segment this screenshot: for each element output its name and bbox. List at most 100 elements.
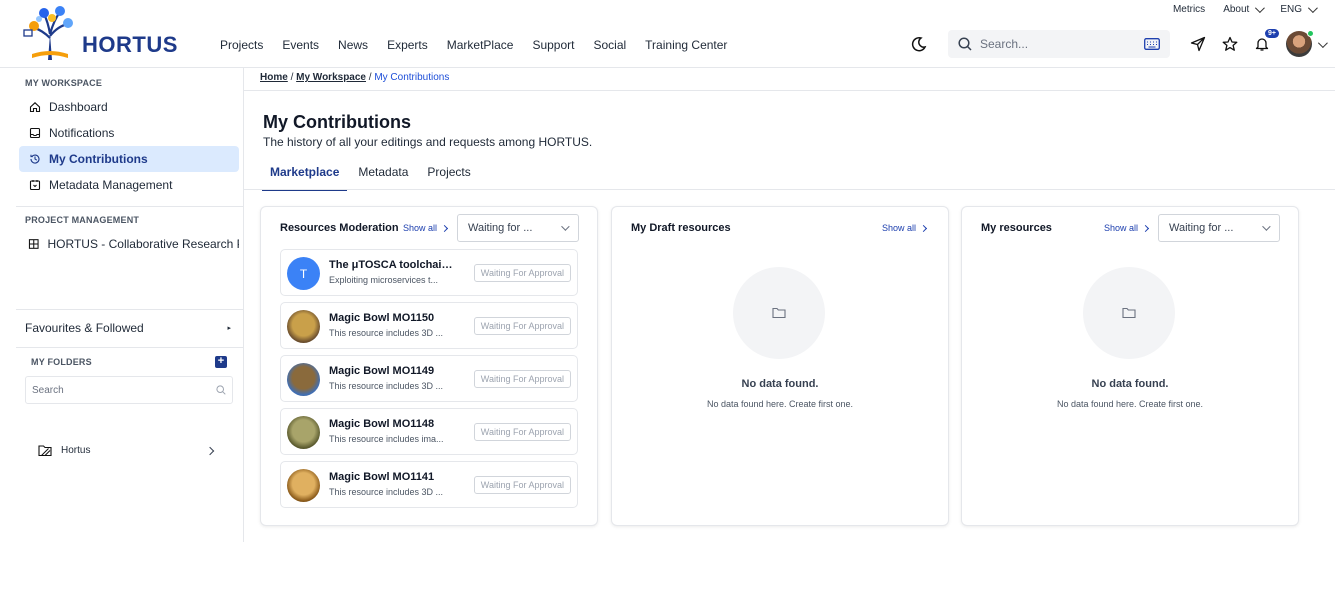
resource-title: Magic Bowl MO1148 bbox=[329, 418, 435, 430]
breadcrumb-home[interactable]: Home bbox=[260, 72, 288, 83]
history-icon bbox=[30, 154, 40, 164]
empty-state-illustration bbox=[733, 267, 825, 359]
keyboard-icon[interactable] bbox=[1144, 38, 1160, 50]
tab-metadata[interactable]: Metadata bbox=[350, 160, 416, 191]
about-label: About bbox=[1223, 4, 1250, 15]
sidebar-item-my-contributions[interactable]: My Contributions bbox=[19, 146, 239, 172]
show-all-link[interactable]: Show all bbox=[403, 223, 449, 233]
nav-marketplace[interactable]: MarketPlace bbox=[447, 38, 514, 52]
breadcrumb-separator: / bbox=[368, 72, 372, 83]
sidebar-divider bbox=[16, 347, 243, 348]
metadata-icon bbox=[29, 180, 41, 191]
hortus-logo[interactable]: HORTUS bbox=[22, 4, 178, 62]
sidebar-item-hortus-project[interactable]: HORTUS - Collaborative Research Pl bbox=[19, 231, 239, 257]
status-badge: Waiting For Approval bbox=[473, 370, 571, 388]
list-item[interactable]: T The μTOSCA toolchain... Exploiting mic… bbox=[280, 249, 578, 296]
metrics-label: Metrics bbox=[1172, 4, 1206, 15]
sidebar-item-label: Metadata Management bbox=[49, 178, 173, 192]
favourites-toggle[interactable]: Favourites & Followed ▸ bbox=[16, 321, 243, 335]
nav-social[interactable]: Social bbox=[593, 38, 626, 52]
empty-state-message: No data found here. Create first one. bbox=[706, 399, 854, 409]
inbox-icon bbox=[29, 127, 41, 139]
sidebar-item-label: HORTUS - Collaborative Research Pl bbox=[47, 237, 240, 251]
status-filter-value: Waiting for ... bbox=[468, 222, 533, 234]
header-actions: 9+ bbox=[908, 29, 1328, 58]
show-all-link[interactable]: Show all bbox=[881, 223, 928, 233]
favourites-label: Favourites & Followed bbox=[25, 321, 144, 335]
divider bbox=[244, 189, 1335, 190]
folder-icon bbox=[1122, 307, 1136, 319]
global-search[interactable] bbox=[948, 30, 1170, 58]
tab-bar: Marketplace Metadata Projects bbox=[262, 160, 482, 191]
project-section-title: PROJECT MANAGEMENT bbox=[25, 215, 140, 225]
search-input[interactable] bbox=[980, 37, 1136, 51]
nav-events[interactable]: Events bbox=[282, 38, 319, 52]
moon-icon bbox=[911, 36, 927, 52]
status-badge: Waiting For Approval bbox=[473, 317, 571, 335]
status-filter-select[interactable]: Waiting for ... bbox=[1158, 214, 1280, 242]
language-menu[interactable]: ENG bbox=[1280, 3, 1318, 15]
resource-title: Magic Bowl MO1141 bbox=[329, 471, 435, 483]
chevron-right-icon bbox=[1141, 224, 1150, 232]
dark-mode-toggle[interactable] bbox=[908, 33, 930, 55]
empty-state-message: No data found here. Create first one. bbox=[1056, 399, 1204, 409]
empty-state-illustration bbox=[1083, 267, 1175, 359]
show-all-label: Show all bbox=[1104, 223, 1139, 233]
status-badge: Waiting For Approval bbox=[473, 423, 571, 441]
sidebar-item-notifications[interactable]: Notifications bbox=[19, 120, 239, 146]
chevron-down-icon bbox=[1262, 222, 1271, 231]
resource-description: This resource includes 3D ... bbox=[329, 328, 444, 338]
add-folder-button[interactable]: + bbox=[215, 356, 227, 368]
breadcrumb-workspace[interactable]: My Workspace bbox=[296, 72, 366, 83]
resource-title: The μTOSCA toolchain... bbox=[329, 259, 457, 271]
nav-experts[interactable]: Experts bbox=[387, 38, 428, 52]
folder-icon bbox=[772, 307, 786, 319]
main-nav: Projects Events News Experts MarketPlace… bbox=[220, 38, 727, 52]
my-resources-card: My resources Show all Waiting for ... No… bbox=[961, 206, 1299, 526]
breadcrumb: Home / My Workspace / My Contributions bbox=[260, 72, 449, 83]
card-title: My resources bbox=[981, 222, 1052, 234]
chevron-right-icon bbox=[440, 224, 449, 232]
grid-icon bbox=[28, 239, 39, 249]
home-icon bbox=[29, 102, 41, 113]
status-filter-select[interactable]: Waiting for ... bbox=[457, 214, 579, 242]
list-item[interactable]: Magic Bowl MO1141 This resource includes… bbox=[280, 461, 578, 508]
favorites-button[interactable] bbox=[1219, 33, 1241, 55]
chevron-right-icon bbox=[919, 224, 928, 232]
notifications-button[interactable]: 9+ bbox=[1251, 29, 1279, 55]
folder-search-input[interactable] bbox=[32, 384, 216, 396]
tab-marketplace[interactable]: Marketplace bbox=[262, 160, 348, 191]
show-all-link[interactable]: Show all bbox=[1104, 223, 1150, 233]
chevron-down-icon bbox=[1307, 3, 1318, 14]
caret-right-icon: ▸ bbox=[227, 325, 231, 332]
resource-thumbnail bbox=[287, 310, 320, 343]
nav-support[interactable]: Support bbox=[532, 38, 574, 52]
page-title: My Contributions bbox=[263, 112, 411, 132]
about-menu[interactable]: About bbox=[1223, 3, 1266, 15]
metrics-link[interactable]: Metrics bbox=[1173, 4, 1205, 15]
nav-news[interactable]: News bbox=[338, 38, 368, 52]
empty-state-title: No data found. bbox=[741, 378, 819, 390]
show-all-label: Show all bbox=[881, 223, 916, 233]
tab-projects[interactable]: Projects bbox=[419, 160, 478, 191]
user-avatar[interactable] bbox=[1286, 30, 1314, 57]
sidebar-item-dashboard[interactable]: Dashboard bbox=[19, 94, 239, 120]
list-item[interactable]: Magic Bowl MO1149 This resource includes… bbox=[280, 355, 578, 402]
resource-thumbnail bbox=[287, 363, 320, 396]
nav-training-center[interactable]: Training Center bbox=[645, 38, 727, 52]
nav-projects[interactable]: Projects bbox=[220, 38, 263, 52]
sidebar-divider bbox=[16, 309, 243, 310]
resource-description: Exploiting microservices t... bbox=[329, 275, 439, 285]
send-button[interactable] bbox=[1187, 33, 1209, 55]
sidebar-item-metadata-management[interactable]: Metadata Management bbox=[19, 172, 239, 198]
resource-title: Magic Bowl MO1149 bbox=[329, 365, 435, 377]
sidebar-divider bbox=[16, 206, 243, 207]
folder-item-hortus[interactable]: Hortus bbox=[16, 444, 243, 457]
folder-search[interactable] bbox=[25, 376, 233, 404]
account-menu-chevron-icon[interactable] bbox=[1317, 37, 1328, 48]
list-item[interactable]: Magic Bowl MO1148 This resource includes… bbox=[280, 408, 578, 455]
search-icon bbox=[958, 37, 972, 51]
list-item[interactable]: Magic Bowl MO1150 This resource includes… bbox=[280, 302, 578, 349]
top-header: HORTUS Metrics About ENG Projects Events… bbox=[0, 0, 1335, 68]
folders-header: MY FOLDERS + bbox=[16, 356, 243, 368]
